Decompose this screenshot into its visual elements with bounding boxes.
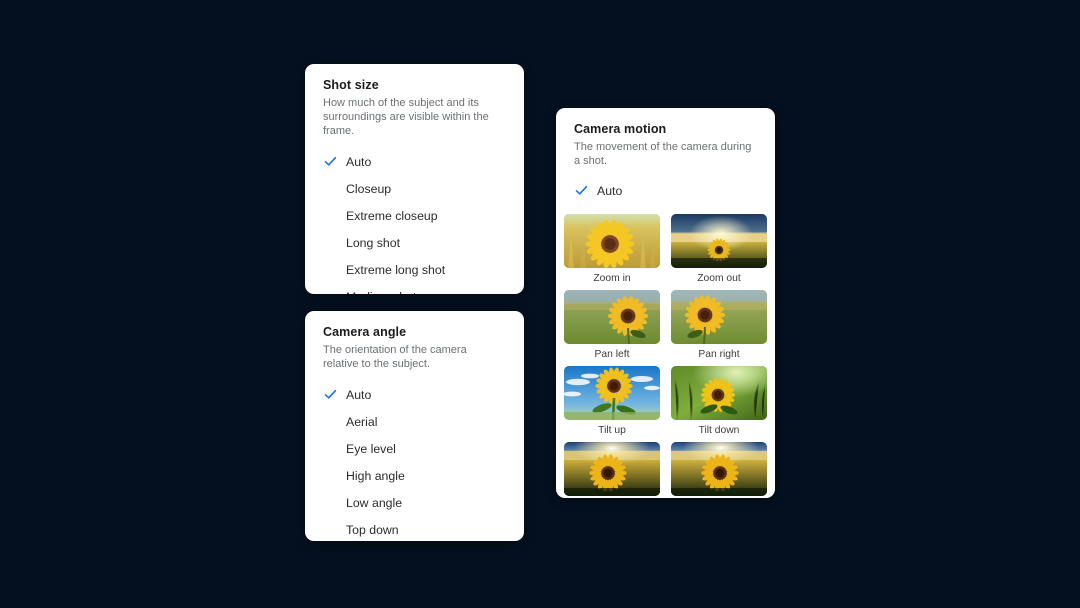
motion-thumb-handheld[interactable]: Handheld [671,442,767,498]
motion-thumb-label: Pan right [698,349,740,360]
camera-motion-thumbnail-grid: Zoom in Zoom out Pan left Pan right Tilt up T… [556,208,775,498]
motion-thumb-zoom-out[interactable]: Zoom out [671,214,767,285]
option-label: Extreme long shot [346,262,446,277]
motion-thumb-label: Pan left [594,349,630,360]
motion-thumb-pan-left[interactable]: Pan left [564,290,660,361]
option-extreme-long-shot[interactable]: Extreme long shot [323,256,506,283]
option-auto[interactable]: Auto [323,381,506,408]
option-label: Long shot [346,235,401,250]
camera-angle-option-list: Auto Aerial Eye level High angle Low angle To… [305,371,524,541]
motion-thumb-tilt-up[interactable]: Tilt up [564,366,660,437]
camera-angle-card: Camera angle The orientation of the came… [305,311,524,541]
option-eye-level[interactable]: Eye level [323,435,506,462]
sunflower-right-green-field-thumbnail [564,290,660,344]
option-medium-shot[interactable]: Medium shot [323,283,506,295]
option-aerial[interactable]: Aerial [323,408,506,435]
option-label: Closeup [346,181,392,196]
motion-thumb-label: Zoom out [697,273,741,284]
camera-motion-description: The movement of the camera during a shot… [574,141,752,167]
option-label: Auto [346,387,372,402]
sunflower-left-green-field-thumbnail [671,290,767,344]
check-icon [574,184,588,198]
option-low-angle[interactable]: Low angle [323,489,506,516]
check-icon [323,155,337,169]
option-auto[interactable]: Auto [323,148,506,175]
option-label: Low angle [346,495,403,510]
option-label: High angle [346,468,405,483]
option-high-angle[interactable]: High angle [323,462,506,489]
motion-thumb-pan-right[interactable]: Pan right [671,290,767,361]
camera-motion-card: Camera motion The movement of the camera… [556,108,775,498]
motion-thumb-zoom-in[interactable]: Zoom in [564,214,660,285]
motion-thumb-tilt-down[interactable]: Tilt down [671,366,767,437]
shot-size-title: Shot size [323,78,379,92]
camera-motion-header: Camera motion The movement of the camera… [556,108,775,168]
check-icon [323,388,337,402]
motion-thumb-label: Tilt down [698,425,740,436]
shot-size-card: Shot size How much of the subject and it… [305,64,524,294]
motion-thumb-label: Tilt up [598,425,626,436]
option-closeup[interactable]: Closeup [323,175,506,202]
option-label: Auto [597,183,623,198]
wide-sunset-sunflower-field-thumbnail [671,214,767,268]
app-canvas: Shot size How much of the subject and it… [0,0,1080,608]
sunset-flare-sunflower-alt-thumbnail [671,442,767,496]
option-auto[interactable]: Auto [574,177,757,204]
option-label: Auto [346,154,372,169]
option-label: Medium shot [346,290,416,295]
camera-angle-description: The orientation of the camera relative t… [323,344,467,370]
shot-size-option-list: Auto Closeup Extreme closeup Long shot Extre… [305,138,524,294]
camera-motion-title: Camera motion [574,122,667,136]
motion-thumb-static[interactable]: Static [564,442,660,498]
option-label: Top down [346,522,399,537]
option-label: Eye level [346,441,396,456]
sunflower-green-grass-overhead-thumbnail [671,366,767,420]
camera-angle-header: Camera angle The orientation of the came… [305,311,524,371]
option-label: Extreme closeup [346,208,438,223]
closeup-sunflower-golden-field-thumbnail [564,214,660,268]
option-long-shot[interactable]: Long shot [323,229,506,256]
shot-size-description: How much of the subject and its surround… [323,97,489,137]
sunset-flare-sunflower-thumbnail [564,442,660,496]
option-label: Aerial [346,414,378,429]
motion-thumb-label: Zoom in [593,273,631,284]
shot-size-header: Shot size How much of the subject and it… [305,64,524,138]
camera-angle-title: Camera angle [323,325,407,339]
camera-motion-auto-row: Auto [556,168,775,208]
sunflower-blue-sky-clouds-thumbnail [564,366,660,420]
option-top-down[interactable]: Top down [323,516,506,541]
option-extreme-closeup[interactable]: Extreme closeup [323,202,506,229]
